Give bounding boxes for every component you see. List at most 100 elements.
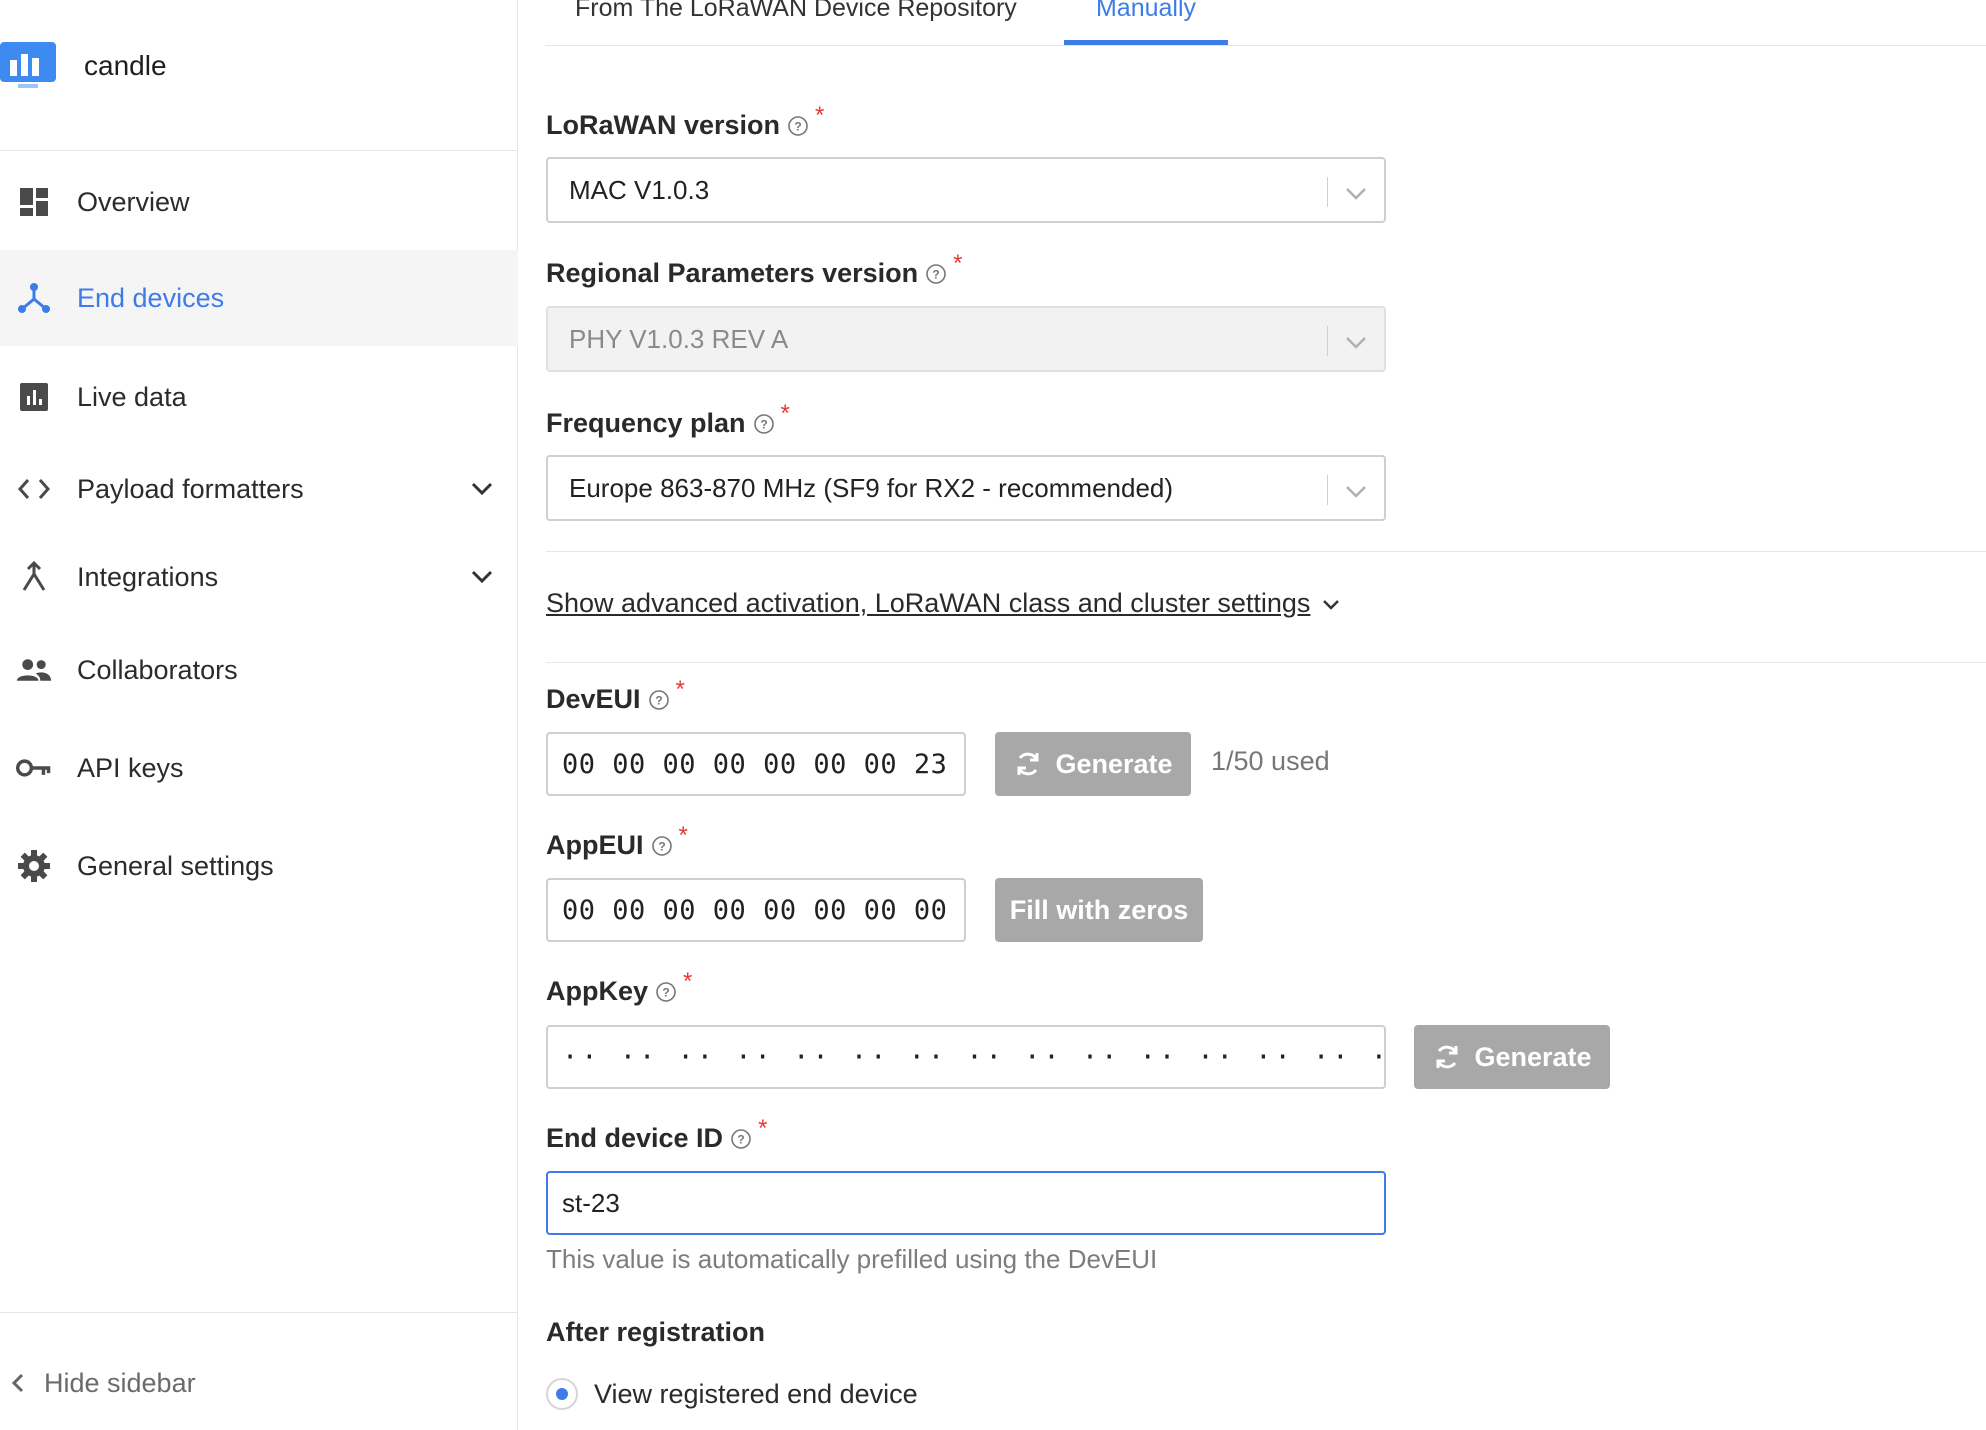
deveui-input[interactable]: 00 00 00 00 00 00 00 23	[546, 732, 966, 796]
button-label: Generate	[1474, 1041, 1592, 1072]
radio-view-registered-device[interactable]: View registered end device	[546, 1378, 918, 1410]
app-header[interactable]: candle	[0, 30, 518, 120]
main-content: From The LoRaWAN Device Repository Manua…	[519, 0, 1986, 1430]
sidebar-item-label: Integrations	[77, 561, 219, 592]
sidebar-item-collaborators[interactable]: Collaborators	[0, 622, 518, 718]
tab-manually[interactable]: Manually	[1064, 0, 1228, 45]
tab-bar: From The LoRaWAN Device Repository Manua…	[545, 0, 1986, 46]
required-marker: *	[675, 675, 685, 703]
tab-from-repository[interactable]: From The LoRaWAN Device Repository	[575, 0, 1017, 45]
help-icon[interactable]: ?	[925, 263, 947, 285]
refresh-icon	[1013, 749, 1043, 779]
sidebar-item-live-data[interactable]: Live data	[0, 349, 518, 445]
end-device-id-hint: This value is automatically prefilled us…	[546, 1244, 1158, 1274]
divider	[546, 662, 1986, 663]
advanced-settings-link[interactable]: Show advanced activation, LoRaWAN class …	[546, 588, 1342, 619]
help-icon[interactable]: ?	[648, 689, 670, 711]
required-marker: *	[780, 399, 790, 427]
end-device-id-label: End device ID ? *	[546, 1115, 767, 1154]
help-icon[interactable]: ?	[651, 835, 673, 857]
code-icon	[16, 471, 52, 507]
required-marker: *	[758, 1114, 768, 1142]
chevron-down-icon	[1342, 179, 1370, 207]
app-logo-icon	[0, 42, 56, 88]
divider	[0, 1312, 518, 1313]
sidebar-item-general-settings[interactable]: General settings	[0, 818, 518, 914]
lorawan-version-label: LoRaWAN version ? *	[546, 102, 824, 141]
sidebar-item-label: API keys	[77, 752, 184, 783]
refresh-icon	[1432, 1042, 1462, 1072]
hide-sidebar-button[interactable]: Hide sidebar	[0, 1346, 518, 1422]
chevron-down-icon[interactable]	[468, 563, 496, 591]
label-text: AppKey	[546, 976, 649, 1006]
label-text: DevEUI	[546, 684, 641, 714]
chevron-down-icon[interactable]	[468, 475, 496, 503]
required-marker: *	[683, 967, 693, 995]
end-device-id-input[interactable]: st-23	[546, 1171, 1386, 1235]
advanced-settings-label: Show advanced activation, LoRaWAN class …	[546, 588, 1311, 618]
label-text: Frequency plan	[546, 408, 746, 438]
svg-text:?: ?	[794, 119, 801, 133]
deveui-label: DevEUI ? *	[546, 676, 685, 715]
svg-text:?: ?	[662, 985, 669, 999]
button-label: Generate	[1055, 748, 1173, 779]
gear-icon	[16, 848, 52, 884]
frequency-plan-label: Frequency plan ? *	[546, 400, 790, 439]
app-name: candle	[84, 50, 167, 81]
help-icon[interactable]: ?	[753, 413, 775, 435]
sidebar-item-label: End devices	[77, 282, 225, 313]
dashboard-icon	[16, 184, 52, 220]
sidebar: candle Overview End devices Live data Pa…	[0, 0, 518, 1430]
regional-params-select: PHY V1.0.3 REV A	[546, 306, 1386, 372]
chevron-down-icon	[1342, 477, 1370, 505]
after-registration-title: After registration	[546, 1317, 766, 1347]
appeui-label: AppEUI ? *	[546, 822, 688, 861]
label-text: Regional Parameters version	[546, 258, 919, 288]
sidebar-item-label: Overview	[77, 186, 190, 217]
sidebar-item-overview[interactable]: Overview	[0, 154, 518, 250]
merge-icon	[16, 559, 52, 595]
help-icon[interactable]: ?	[655, 981, 677, 1003]
select-value: MAC V1.0.3	[569, 174, 710, 205]
help-icon[interactable]: ?	[730, 1128, 752, 1150]
chevron-left-icon	[8, 1372, 30, 1394]
generate-appkey-button[interactable]: Generate	[1414, 1025, 1610, 1089]
sidebar-item-integrations[interactable]: Integrations	[0, 529, 518, 625]
sidebar-item-api-keys[interactable]: API keys	[0, 720, 518, 816]
people-icon	[16, 652, 52, 688]
regional-params-label: Regional Parameters version ? *	[546, 250, 963, 289]
appkey-label: AppKey ? *	[546, 968, 692, 1007]
generate-deveui-button[interactable]: Generate	[995, 732, 1191, 796]
chevron-down-icon	[1342, 328, 1370, 356]
sidebar-item-label: Collaborators	[77, 654, 238, 685]
label-text: LoRaWAN version	[546, 110, 781, 140]
appeui-input[interactable]: 00 00 00 00 00 00 00 00	[546, 878, 966, 942]
label-text: AppEUI	[546, 830, 644, 860]
sidebar-item-label: Payload formatters	[77, 473, 304, 504]
select-value: PHY V1.0.3 REV A	[569, 323, 789, 354]
svg-text:?: ?	[933, 267, 940, 281]
svg-text:?: ?	[655, 693, 662, 707]
deveui-usage-count: 1/50 used	[1211, 746, 1330, 776]
key-icon	[16, 750, 52, 786]
appkey-input[interactable]: ·· ·· ·· ·· ·· ·· ·· ·· ·· ·· ·· ·· ·· ·…	[546, 1025, 1386, 1089]
help-icon[interactable]: ?	[787, 115, 809, 137]
frequency-plan-select[interactable]: Europe 863-870 MHz (SF9 for RX2 - recomm…	[546, 455, 1386, 521]
divider	[1327, 475, 1328, 505]
sidebar-item-end-devices[interactable]: End devices	[0, 250, 518, 346]
radio-selected-dot	[556, 1388, 568, 1400]
bar-chart-icon	[16, 379, 52, 415]
select-value: Europe 863-870 MHz (SF9 for RX2 - recomm…	[569, 472, 1174, 503]
button-label: Fill with zeros	[1009, 894, 1189, 925]
radio-button[interactable]	[546, 1378, 578, 1410]
chevron-down-icon	[1320, 593, 1342, 615]
divider	[546, 551, 1986, 552]
devices-icon	[16, 280, 52, 316]
sidebar-item-label: Live data	[77, 381, 187, 412]
fill-with-zeros-button[interactable]: Fill with zeros	[995, 878, 1203, 942]
lorawan-version-select[interactable]: MAC V1.0.3	[546, 157, 1386, 223]
radio-label: View registered end device	[594, 1378, 918, 1409]
svg-text:?: ?	[760, 417, 767, 431]
sidebar-item-payload-formatters[interactable]: Payload formatters	[0, 441, 518, 537]
divider	[1327, 177, 1328, 207]
